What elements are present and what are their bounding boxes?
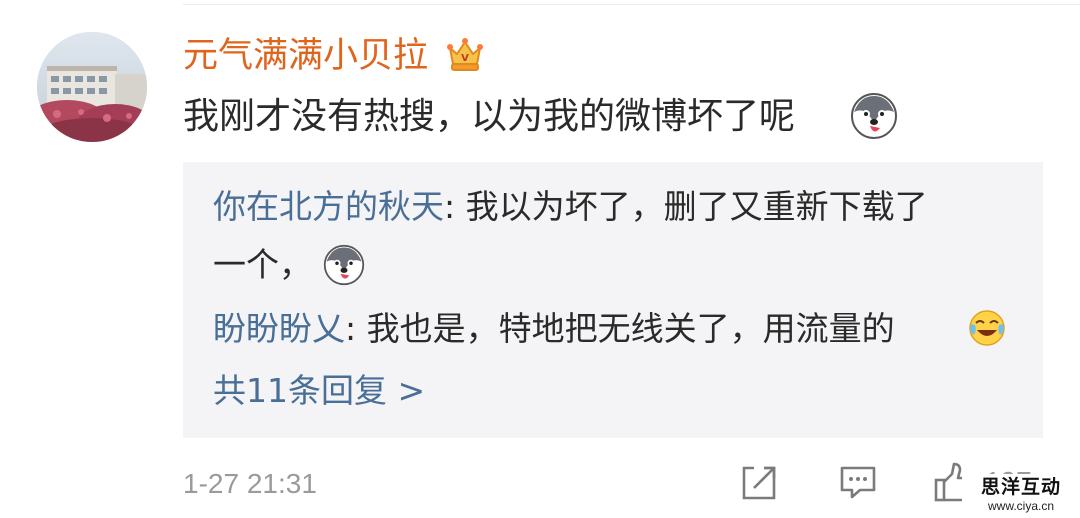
reply-1-user[interactable]: 你在北方的秋天 xyxy=(213,187,444,226)
reply-1-text: 我以为坏了，删了又重新下载了 xyxy=(465,187,928,226)
reply-1-line2: 一个， xyxy=(213,245,312,284)
husky-emoji-icon xyxy=(851,93,897,139)
top-divider xyxy=(183,4,1080,5)
timestamp: 1-27 21:31 xyxy=(183,468,317,499)
svg-text:V: V xyxy=(461,53,469,64)
laugh-cry-emoji-icon xyxy=(969,310,1005,346)
watermark: 思洋互动 www.ciya.cn xyxy=(962,474,1080,518)
avatar-photo xyxy=(37,32,147,142)
reply-1-separator: : xyxy=(444,187,466,226)
reply-2-line: 盼盼盼乂: 我也是，特地把无线关了，用流量的 xyxy=(213,308,895,350)
comment-text: 我刚才没有热搜，以为我的微博坏了呢 xyxy=(183,96,796,137)
comment-icon[interactable] xyxy=(838,462,878,502)
reply-2-user[interactable]: 盼盼盼乂 xyxy=(213,309,345,348)
watermark-title: 思洋互动 xyxy=(980,476,1061,498)
watermark-url: www.ciya.cn xyxy=(987,499,1055,513)
more-replies-link[interactable]: 共11条回复 > xyxy=(213,370,425,412)
reply-1-line1: 你在北方的秋天: 我以为坏了，删了又重新下载了 xyxy=(213,186,928,228)
reply-2-text: 我也是，特地把无线关了，用流量的 xyxy=(366,309,895,348)
reply-box[interactable]: 你在北方的秋天: 我以为坏了，删了又重新下载了 一个， 盼盼盼乂: 我也是，特地… xyxy=(183,162,1043,438)
husky-emoji-icon xyxy=(323,244,365,286)
avatar[interactable] xyxy=(37,32,147,142)
crown-icon[interactable]: V xyxy=(444,34,486,74)
reply-2-separator: : xyxy=(345,309,367,348)
share-icon[interactable] xyxy=(740,462,780,502)
username[interactable]: 元气满满小贝拉 xyxy=(183,34,428,78)
